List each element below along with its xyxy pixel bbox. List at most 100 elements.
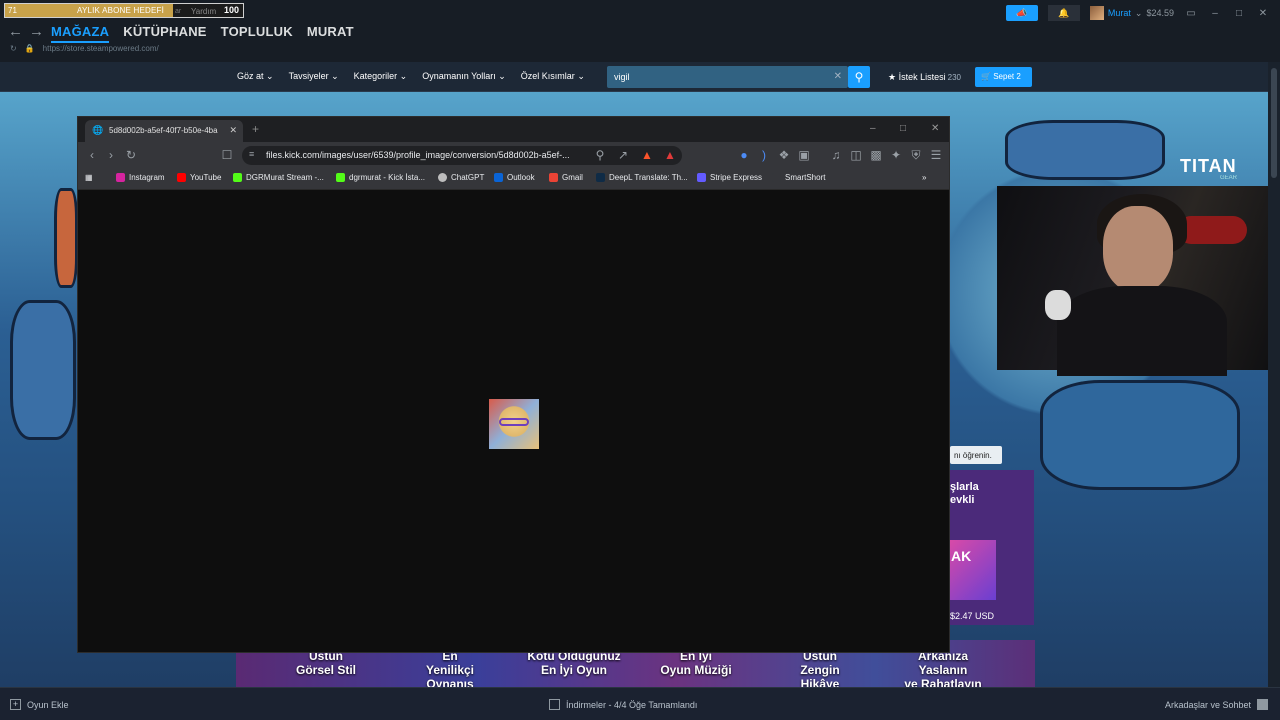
- bookmark-deepl[interactable]: DeepL Translate: Th...: [596, 173, 688, 182]
- site-info-icon[interactable]: ≡: [249, 149, 254, 159]
- apps-icon[interactable]: ▦: [85, 173, 93, 182]
- bookmark-chatgpt[interactable]: ChatGPT: [438, 173, 484, 182]
- minimize-icon[interactable]: –: [1208, 8, 1222, 19]
- bookmark-instagram[interactable]: Instagram: [116, 173, 165, 182]
- award-category[interactable]: En İyi Oyun Müziği: [636, 649, 756, 677]
- back-arrow-icon[interactable]: ←: [8, 24, 24, 40]
- user-name: Murat: [1107, 8, 1131, 18]
- bookmark-icon[interactable]: ☐: [220, 148, 234, 162]
- menu-special-sections[interactable]: Özel Kısımlar: [521, 71, 585, 82]
- forward-icon[interactable]: ›: [104, 148, 118, 162]
- clear-search-icon[interactable]: ✕: [834, 71, 842, 82]
- cart-label: Sepet: [993, 72, 1015, 81]
- vpn-icon[interactable]: ⛨: [909, 148, 923, 163]
- chevron-down-icon: ⌄: [1134, 7, 1143, 18]
- menu-recommendations[interactable]: Tavsiyeler: [289, 71, 339, 82]
- youtube-icon: [177, 173, 186, 182]
- friends-chat-button[interactable]: Arkadaşlar ve Sohbet: [1165, 699, 1268, 710]
- big-picture-icon[interactable]: ▭: [1184, 8, 1198, 19]
- santa-hat: [1177, 216, 1247, 244]
- award-line: Yaslanın: [918, 663, 968, 677]
- back-icon[interactable]: ‹: [85, 148, 99, 162]
- bookmark-gmail[interactable]: Gmail: [549, 173, 583, 182]
- store-subnav: Göz at Tavsiyeler Kategoriler Oynamanın …: [0, 62, 1280, 92]
- media-icon[interactable]: ♫: [829, 148, 843, 162]
- close-icon[interactable]: ✕: [931, 123, 939, 134]
- browser-tab[interactable]: 🌐 5d8d002b-a5ef-40f7-b50e-4ba ✕: [85, 120, 243, 142]
- menu-icon[interactable]: ☰: [929, 148, 943, 162]
- nav-library[interactable]: KÜTÜPHANE: [123, 24, 206, 43]
- extensions-icon[interactable]: ❖: [777, 148, 791, 162]
- award-line: En İyi Oyun: [540, 663, 607, 677]
- bookmark-outlook[interactable]: Outlook: [494, 173, 535, 182]
- scrollbar-thumb[interactable]: [1271, 68, 1277, 178]
- award-line: Zengin: [800, 663, 840, 677]
- sidebar-icon[interactable]: ◫: [849, 148, 863, 162]
- maximize-icon[interactable]: □: [900, 123, 906, 134]
- close-tab-icon[interactable]: ✕: [229, 125, 237, 136]
- extension-icon[interactable]: ): [757, 148, 771, 162]
- bookmark-youtube[interactable]: YouTube: [177, 173, 221, 182]
- reload-icon[interactable]: ↻: [10, 44, 17, 53]
- maximize-icon[interactable]: □: [1232, 8, 1246, 19]
- forward-arrow-icon[interactable]: →: [29, 24, 45, 40]
- new-tab-icon[interactable]: +: [252, 122, 259, 136]
- store-scrollbar[interactable]: [1268, 62, 1280, 687]
- menu-categories[interactable]: Kategoriler: [354, 71, 408, 82]
- award-line: Yenilikçi: [425, 663, 475, 677]
- wishlist-label: İstek Listesi: [898, 72, 946, 82]
- account-menu[interactable]: Murat ⌄ $24.59: [1089, 6, 1174, 20]
- robot-art: [10, 300, 76, 440]
- search-input[interactable]: vigil ✕: [607, 66, 848, 88]
- menu-browse[interactable]: Göz at: [237, 71, 274, 82]
- award-category[interactable]: Üstün Görsel Stil: [266, 649, 386, 677]
- award-category[interactable]: En Yenilikçi Oynanış: [390, 649, 510, 691]
- goal-ghost-text: ar: [175, 8, 182, 15]
- smartshort-icon: [772, 173, 781, 182]
- nav-store[interactable]: MAĞAZA: [51, 24, 110, 43]
- notifications-button[interactable]: 🔔: [1047, 5, 1080, 21]
- zoom-icon[interactable]: ⚲: [593, 148, 607, 162]
- screenshot-icon[interactable]: ▣: [797, 148, 811, 162]
- reload-icon[interactable]: ↻: [124, 148, 138, 162]
- bookmark-smartshort[interactable]: SmartShort: [772, 173, 825, 182]
- award-category[interactable]: Üstün Zengin Hikâye: [760, 649, 880, 691]
- address-text: files.kick.com/images/user/6539/profile_…: [266, 150, 570, 160]
- bookmark-stripe[interactable]: Stripe Express: [697, 173, 762, 182]
- brave-rewards-icon[interactable]: ▲: [663, 148, 677, 162]
- search-button[interactable]: ⚲: [848, 66, 870, 88]
- extension-icon[interactable]: ●: [737, 148, 751, 162]
- learn-more-label: nı öğrenin.: [954, 451, 992, 460]
- learn-more-button[interactable]: nı öğrenin.: [950, 446, 1002, 464]
- chat-icon: [1257, 699, 1268, 710]
- award-category[interactable]: Kötü Olduğunuz En İyi Oyun: [514, 649, 634, 677]
- menu-ways-to-play[interactable]: Oynamanın Yolları: [422, 71, 506, 82]
- brave-shield-icon[interactable]: ▲: [640, 148, 654, 162]
- bookmark-kick-stream[interactable]: DGRMurat Stream -...: [233, 173, 324, 182]
- announcement-button[interactable]: 📣: [1005, 5, 1038, 21]
- download-icon: [549, 699, 560, 710]
- machine-art: [1005, 120, 1165, 180]
- downloads-button[interactable]: İndirmeler - 4/4 Öğe Tamamlandı: [549, 699, 697, 710]
- steam-bottom-bar: + Oyun Ekle İndirmeler - 4/4 Öğe Tamamla…: [0, 687, 1280, 720]
- profile-image-glasses: [499, 418, 529, 426]
- add-game-button[interactable]: + Oyun Ekle: [10, 699, 69, 710]
- award-line: Oyun Müziği: [660, 663, 732, 677]
- cart-button[interactable]: 🛒 Sepet 2: [975, 67, 1032, 87]
- bookmark-label: Stripe Express: [710, 173, 763, 182]
- minimize-icon[interactable]: –: [870, 123, 876, 134]
- plus-icon: +: [10, 699, 21, 710]
- lock-icon: 🔒: [24, 44, 35, 53]
- share-icon[interactable]: ↗: [616, 148, 630, 162]
- wallet-balance: $24.59: [1146, 8, 1174, 18]
- close-icon[interactable]: ✕: [1256, 8, 1270, 19]
- nav-community[interactable]: TOPLULUK: [221, 24, 293, 43]
- wishlist-link[interactable]: ★ İstek Listesi 230: [888, 72, 961, 83]
- award-category[interactable]: Arkanıza Yaslanın ve Rahatlayın: [883, 649, 1003, 691]
- steam-url-row: ↻ 🔒 https://store.steampowered.com/: [10, 44, 159, 53]
- leo-icon[interactable]: ✦: [889, 148, 903, 162]
- more-bookmarks-icon[interactable]: »: [922, 173, 926, 182]
- wallet-icon[interactable]: ▩: [869, 148, 883, 162]
- bookmark-kick-profile[interactable]: dgrmurat - Kick İsta...: [336, 173, 425, 182]
- nav-profile[interactable]: MURAT: [307, 24, 354, 43]
